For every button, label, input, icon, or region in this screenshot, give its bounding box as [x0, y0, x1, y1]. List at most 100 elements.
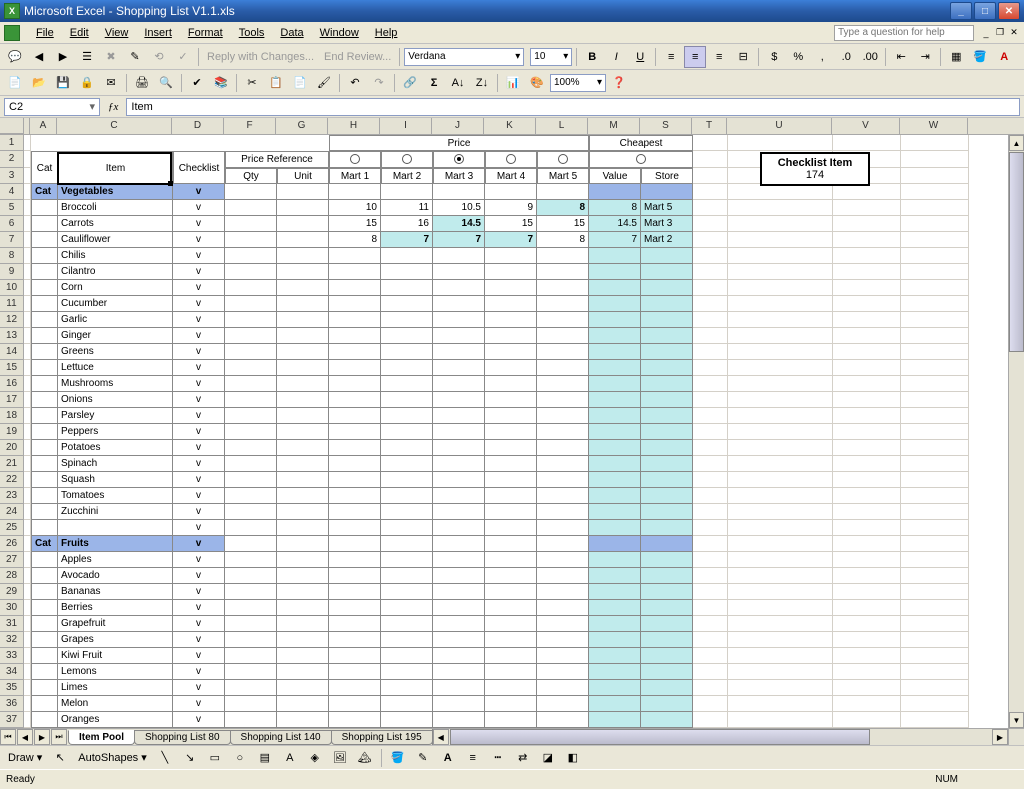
decrease-indent-button[interactable]: ⇤	[890, 46, 912, 68]
cell[interactable]	[225, 680, 277, 696]
cell[interactable]	[901, 488, 969, 504]
fx-icon[interactable]: ƒx	[108, 101, 118, 113]
cell[interactable]	[277, 424, 329, 440]
cell[interactable]	[225, 344, 277, 360]
cell[interactable]	[225, 664, 277, 680]
cell[interactable]	[485, 568, 537, 584]
cell[interactable]	[329, 360, 381, 376]
cell[interactable]	[225, 504, 277, 520]
cell[interactable]: v	[173, 696, 225, 712]
cell[interactable]	[833, 680, 901, 696]
print-preview-icon[interactable]: 🔍	[155, 72, 177, 94]
cell[interactable]	[381, 296, 433, 312]
cell[interactable]: Mart 2	[381, 168, 433, 184]
cell[interactable]	[277, 280, 329, 296]
cell[interactable]	[31, 632, 58, 648]
cell[interactable]	[728, 568, 833, 584]
row-header[interactable]: 14	[0, 344, 24, 360]
cell[interactable]	[641, 552, 693, 568]
name-box[interactable]: C2▾	[4, 98, 100, 116]
row-header[interactable]: 31	[0, 616, 24, 632]
cell[interactable]	[693, 520, 728, 536]
cell[interactable]	[693, 536, 728, 552]
cell[interactable]	[589, 248, 641, 264]
row-header[interactable]: 2	[0, 151, 24, 168]
cell[interactable]	[24, 184, 31, 200]
cell[interactable]	[24, 135, 31, 151]
cell[interactable]	[589, 344, 641, 360]
cell[interactable]	[225, 456, 277, 472]
column-header-G[interactable]: G	[276, 118, 328, 134]
save-icon[interactable]: 💾	[52, 72, 74, 94]
row-header[interactable]: 1	[0, 135, 24, 151]
cell[interactable]: 9	[485, 200, 537, 216]
cell[interactable]	[901, 312, 969, 328]
cell[interactable]: Fruits	[58, 536, 173, 552]
cell[interactable]	[641, 440, 693, 456]
cell[interactable]	[24, 376, 31, 392]
cell[interactable]	[31, 488, 58, 504]
cell[interactable]	[433, 296, 485, 312]
cell[interactable]	[693, 344, 728, 360]
cell[interactable]	[728, 664, 833, 680]
cell[interactable]	[381, 536, 433, 552]
wordart-icon[interactable]: A	[279, 747, 301, 769]
cell[interactable]	[589, 184, 641, 200]
price-radio-2[interactable]	[454, 154, 464, 164]
cell[interactable]: v	[173, 488, 225, 504]
cell[interactable]	[589, 696, 641, 712]
row-header[interactable]: 6	[0, 216, 24, 232]
cell[interactable]	[901, 456, 969, 472]
cell[interactable]	[641, 696, 693, 712]
cell[interactable]: Cat	[31, 184, 58, 200]
cell[interactable]: v	[173, 520, 225, 536]
cell[interactable]	[31, 424, 58, 440]
cell[interactable]	[225, 296, 277, 312]
scroll-right-arrow[interactable]: ▶	[992, 729, 1008, 745]
cell[interactable]	[728, 328, 833, 344]
cell[interactable]	[901, 552, 969, 568]
fill-color-draw-icon[interactable]: 🪣	[387, 747, 409, 769]
row-header[interactable]: 35	[0, 680, 24, 696]
cell[interactable]	[24, 520, 31, 536]
paste-icon[interactable]: 📄	[289, 72, 311, 94]
cell[interactable]	[641, 664, 693, 680]
cell[interactable]	[329, 616, 381, 632]
cell[interactable]	[433, 408, 485, 424]
cell[interactable]	[833, 520, 901, 536]
cell[interactable]	[833, 216, 901, 232]
app-menu-icon[interactable]	[4, 25, 20, 41]
cell[interactable]	[24, 392, 31, 408]
cell[interactable]: v	[173, 264, 225, 280]
cell[interactable]	[589, 488, 641, 504]
cell[interactable]	[277, 680, 329, 696]
column-header-D[interactable]: D	[172, 118, 224, 134]
cell[interactable]	[485, 520, 537, 536]
cell[interactable]	[641, 424, 693, 440]
cell[interactable]	[225, 216, 277, 232]
picture-icon[interactable]: 🏔	[354, 747, 376, 769]
cell[interactable]	[277, 552, 329, 568]
cell[interactable]	[485, 360, 537, 376]
scroll-left-arrow[interactable]: ◀	[433, 729, 449, 745]
row-header[interactable]: 12	[0, 312, 24, 328]
cell[interactable]: v	[173, 216, 225, 232]
email-icon[interactable]: ✉	[100, 72, 122, 94]
cell[interactable]	[24, 680, 31, 696]
cell[interactable]	[381, 712, 433, 728]
cell[interactable]	[381, 424, 433, 440]
cell[interactable]	[31, 616, 58, 632]
cell[interactable]	[485, 376, 537, 392]
column-header-M[interactable]: M	[588, 118, 640, 134]
cell[interactable]	[433, 584, 485, 600]
cell[interactable]	[31, 440, 58, 456]
cell[interactable]	[728, 312, 833, 328]
cell[interactable]: Cauliflower	[58, 232, 173, 248]
row-header[interactable]: 23	[0, 488, 24, 504]
cell[interactable]: v	[173, 632, 225, 648]
cell[interactable]	[728, 296, 833, 312]
cell[interactable]: Bananas	[58, 584, 173, 600]
cell[interactable]	[728, 216, 833, 232]
cell[interactable]: v	[173, 344, 225, 360]
cell[interactable]	[901, 440, 969, 456]
